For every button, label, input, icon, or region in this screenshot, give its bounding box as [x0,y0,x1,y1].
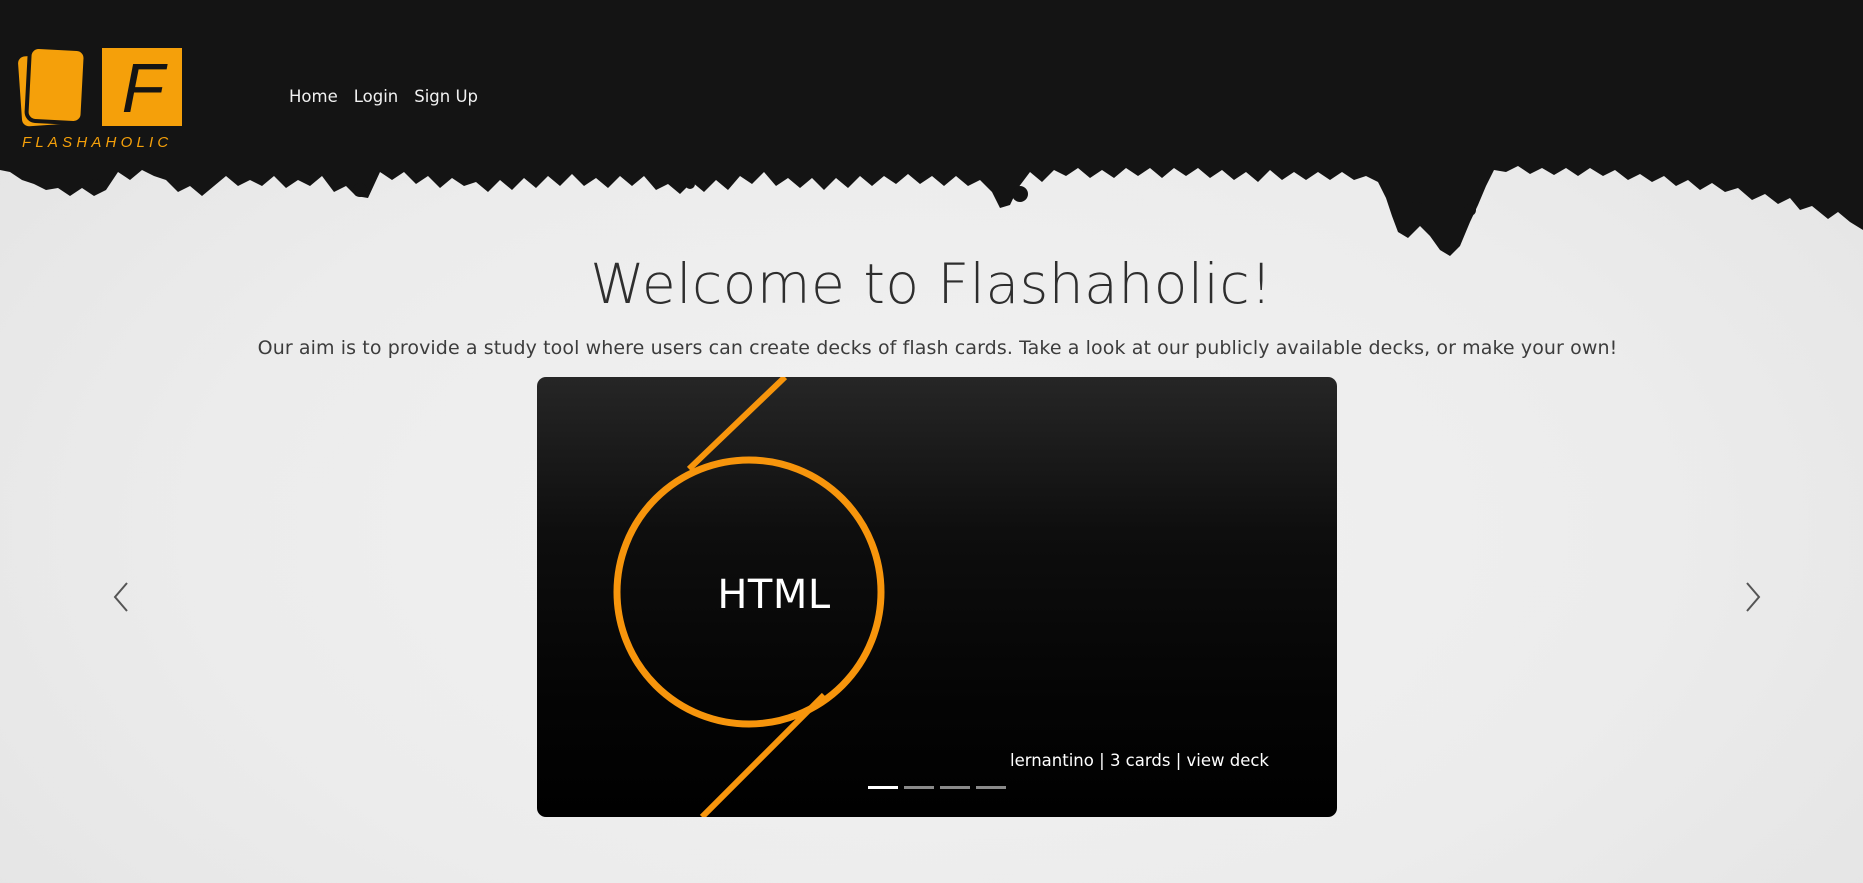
carousel-indicator[interactable] [976,786,1006,789]
nav-sign-up[interactable]: Sign Up [414,87,478,106]
chevron-right-icon [1746,582,1761,612]
carousel-next-button[interactable] [1733,567,1773,627]
nav-home[interactable]: Home [289,87,338,106]
chevron-left-icon [113,582,128,612]
header-ink-background [0,0,1863,256]
carousel-indicator[interactable] [940,786,970,789]
deck-carousel[interactable]: HTML lernantino | 3 cards | view deck [537,377,1337,817]
carousel-indicators [868,786,1006,789]
view-deck-link[interactable]: view deck [1187,751,1270,770]
brand-name: FLASHAHOLIC [22,134,173,151]
carousel-indicator[interactable] [904,786,934,789]
meta-separator: | [1175,751,1182,770]
carousel-indicator[interactable] [868,786,898,789]
main-nav: Home Login Sign Up [289,87,478,106]
deck-card-count: 3 cards [1109,751,1171,770]
deck-author: lernantino [1010,751,1094,770]
carousel-prev-button[interactable] [101,567,141,627]
page-subtitle: Our aim is to provide a study tool where… [257,337,1618,359]
nav-login[interactable]: Login [354,87,399,106]
deck-meta: lernantino | 3 cards | view deck [1010,751,1269,770]
page-title: Welcome to Flashaholic! [590,252,1273,316]
deck-title: HTML [717,572,831,618]
meta-separator: | [1099,751,1105,770]
logo-letter: F [122,49,169,127]
